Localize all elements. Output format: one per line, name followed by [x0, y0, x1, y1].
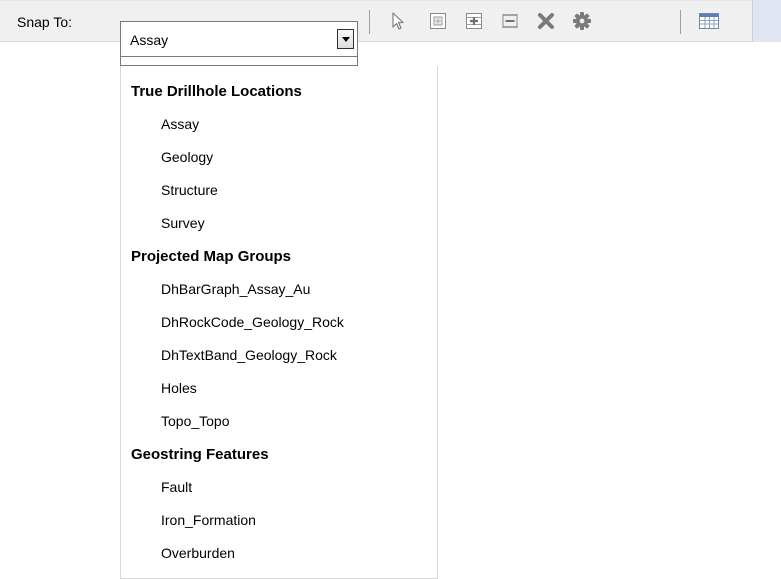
list-item-label: Survey	[161, 215, 205, 231]
list-item-label: Fault	[161, 479, 193, 495]
list-item[interactable]: Fault	[121, 470, 437, 503]
snap-to-label: Snap To:	[17, 14, 73, 30]
list-item[interactable]: Survey	[121, 206, 437, 239]
list-item[interactable]: Assay	[121, 107, 437, 140]
list-item-label: Overburden	[161, 545, 235, 561]
list-item-label: Geology	[161, 149, 214, 165]
list-item-label: DhRockCode_Geology_Rock	[161, 314, 344, 330]
snap-to-combobox-field[interactable]: Assay	[120, 21, 358, 57]
settings-gear-icon[interactable]	[572, 11, 592, 31]
list-item-label: Structure	[161, 182, 218, 198]
toolbar-separator	[369, 10, 370, 34]
list-item-label: Holes	[161, 380, 197, 396]
list-item[interactable]: Structure	[121, 173, 437, 206]
group-header-label: Projected Map Groups	[131, 248, 292, 265]
group-header: Geostring Features	[121, 437, 437, 470]
snap-to-dropdown-list: True Drillhole Locations Assay Geology S…	[120, 66, 438, 579]
group-header: True Drillhole Locations	[121, 74, 437, 107]
table-grid-icon[interactable]	[698, 11, 719, 31]
list-item-label: DhBarGraph_Assay_Au	[161, 281, 311, 297]
chevron-down-icon[interactable]	[337, 29, 354, 49]
list-item-label: Assay	[161, 116, 200, 132]
list-item[interactable]: DhBarGraph_Assay_Au	[121, 272, 437, 305]
combo-selected-value: Assay	[130, 32, 169, 48]
group-header: Projected Map Groups	[121, 239, 437, 272]
group-header-label: Geostring Features	[131, 446, 269, 463]
toolbar-separator	[680, 10, 681, 34]
list-item[interactable]: Holes	[121, 371, 437, 404]
add-node-icon[interactable]	[464, 11, 484, 31]
list-item[interactable]: Overburden	[121, 536, 437, 569]
list-item[interactable]: Iron_Formation	[121, 503, 437, 536]
list-item[interactable]: DhRockCode_Geology_Rock	[121, 305, 437, 338]
list-item[interactable]: Geology	[121, 140, 437, 173]
snap-toolbar: Snap To:	[0, 0, 781, 42]
zoom-extent-icon[interactable]	[428, 11, 448, 31]
toolbar-top-border	[0, 0, 781, 1]
list-item[interactable]: DhTextBand_Geology_Rock	[121, 338, 437, 371]
toolbar-panel-edge	[752, 0, 781, 42]
list-item-label: Iron_Formation	[161, 512, 256, 528]
remove-node-icon[interactable]	[500, 11, 520, 31]
list-item-label: Topo_Topo	[161, 413, 230, 429]
group-header-label: True Drillhole Locations	[131, 83, 302, 100]
delete-icon[interactable]	[536, 11, 556, 31]
select-arrow-icon[interactable]	[388, 11, 408, 31]
list-item-label: DhTextBand_Geology_Rock	[161, 347, 337, 363]
list-item[interactable]: Topo_Topo	[121, 404, 437, 437]
